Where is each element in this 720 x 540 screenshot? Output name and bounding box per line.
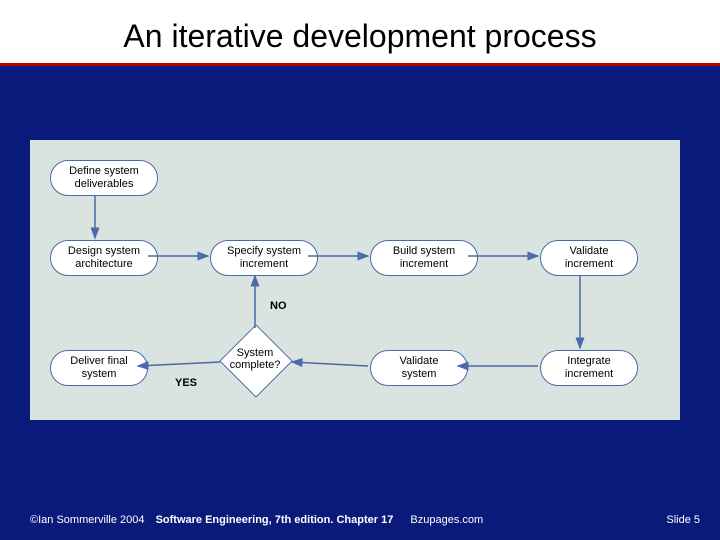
slide: An iterative development process Define …: [0, 0, 720, 540]
slide-title: An iterative development process: [0, 18, 720, 55]
title-area: An iterative development process: [0, 0, 720, 66]
node-specify: Specify systemincrement: [210, 240, 318, 276]
node-validate-system: Validatesystem: [370, 350, 468, 386]
node-integrate: Integrateincrement: [540, 350, 638, 386]
footer-book: Software Engineering, 7th edition. Chapt…: [156, 514, 394, 526]
edge-label-yes: YES: [175, 377, 197, 389]
diagram: Define systemdeliverables Design systema…: [30, 140, 680, 420]
node-decision: Systemcomplete?: [220, 325, 290, 395]
footer-copyright: ©Ian Sommerville 2004: [30, 514, 145, 526]
footer: ©Ian Sommerville 2004 Software Engineeri…: [30, 514, 700, 526]
edge-label-no: NO: [270, 300, 287, 312]
node-validate-increment: Validateincrement: [540, 240, 638, 276]
footer-slide-number: Slide 5: [666, 514, 700, 526]
footer-site: Bzupages.com: [410, 514, 483, 526]
node-design: Design systemarchitecture: [50, 240, 158, 276]
node-define: Define systemdeliverables: [50, 160, 158, 196]
decision-label: Systemcomplete?: [220, 347, 290, 371]
node-build: Build systemincrement: [370, 240, 478, 276]
node-deliver: Deliver finalsystem: [50, 350, 148, 386]
